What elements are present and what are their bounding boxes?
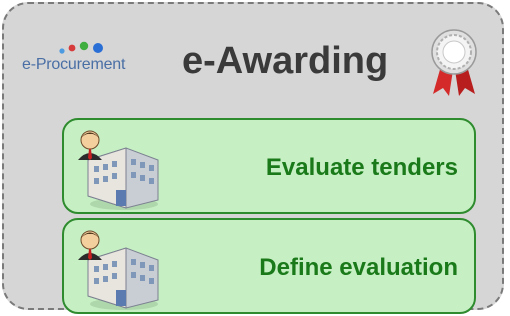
page-title: e-Awarding	[182, 40, 389, 82]
colored-dots-icon	[59, 41, 103, 54]
e-awarding-panel: e-Procurement e-Awarding Evaluate tender…	[2, 2, 504, 314]
logo-text: e-Procurement	[22, 56, 126, 73]
e-procurement-logo: e-Procurement	[22, 34, 152, 84]
office-building-with-person-icon	[78, 230, 159, 310]
office-building-with-person-icon	[78, 130, 159, 210]
evaluate-tenders-step[interactable]: Evaluate tenders	[62, 118, 476, 214]
define-evaluation-label: Define evaluation	[259, 254, 458, 281]
define-evaluation-step[interactable]: Define evaluation	[62, 218, 476, 314]
evaluate-tenders-label: Evaluate tenders	[265, 154, 458, 181]
award-rosette-icon	[431, 29, 477, 96]
